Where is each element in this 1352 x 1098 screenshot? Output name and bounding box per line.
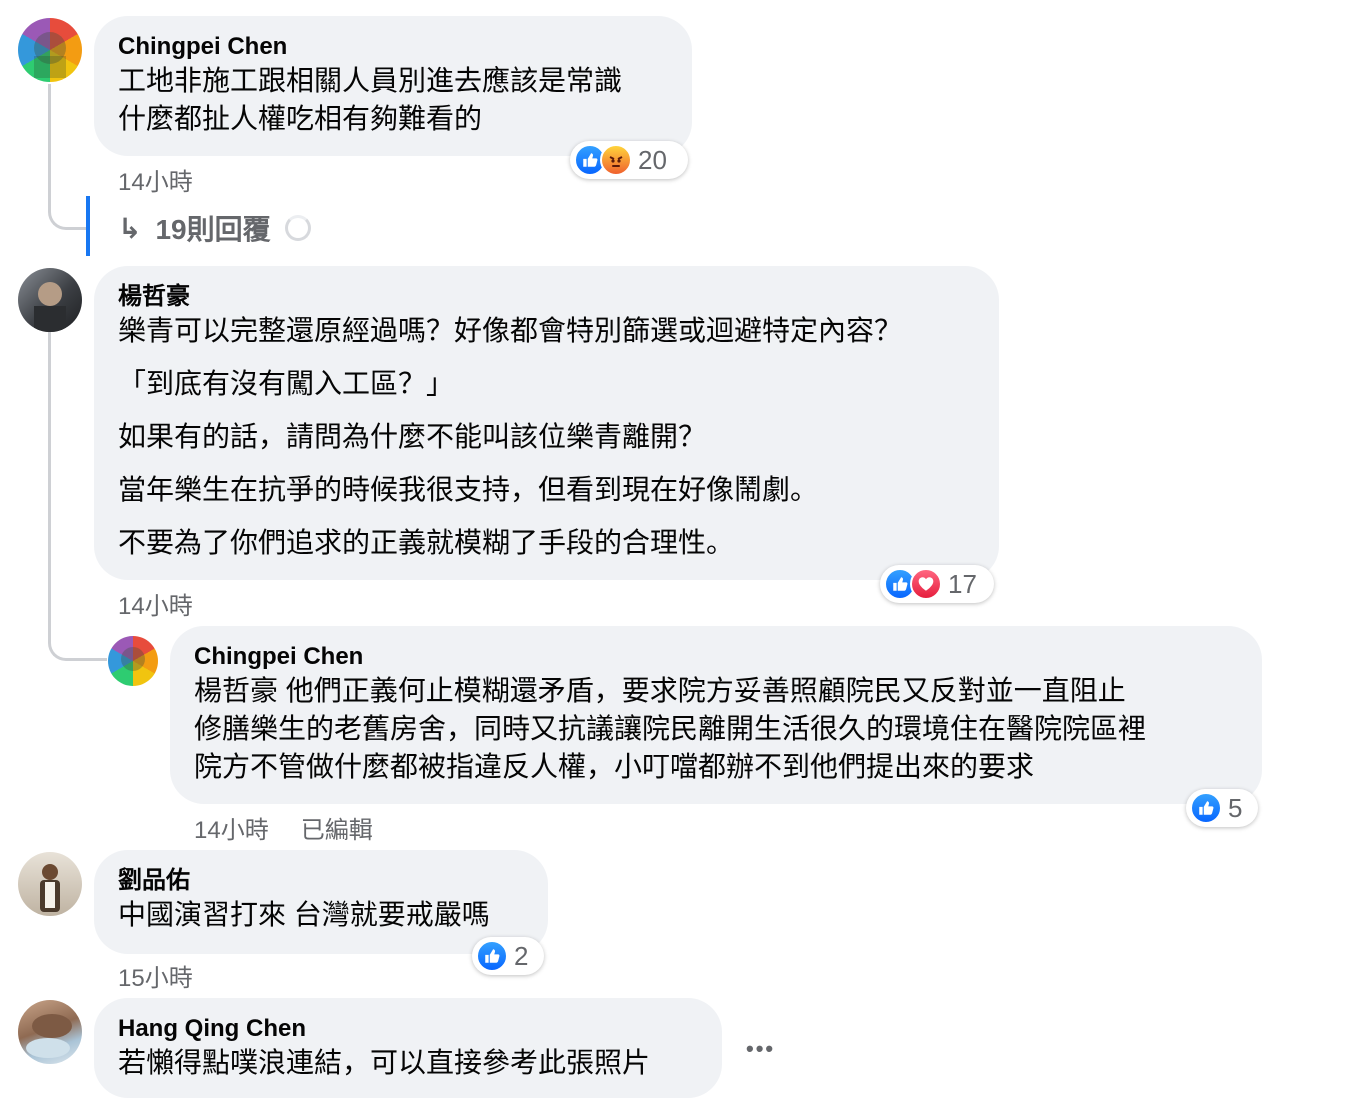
loading-spinner-icon (284, 215, 311, 241)
avatar[interactable] (18, 1000, 82, 1064)
comment-text-line: 樂青可以完整還原經過嗎？好像都會特別篩選或迴避特定內容？ (118, 315, 903, 346)
reaction-summary[interactable]: 2 (472, 937, 544, 975)
comment-text-line: 工地非施工跟相關人員別進去應該是常識 (118, 65, 623, 96)
comment-timestamp[interactable]: 14小時 (118, 169, 193, 196)
comment-bubble: Hang Qing Chen 若懶得點噗浪連結，可以直接參考此張照片 (94, 998, 722, 1098)
comment-text-line: 楊哲豪 他們正義何止模糊還矛盾，要求院方妥善照顧院民又反對並一直阻止 (194, 675, 1126, 706)
comment-author[interactable]: Chingpei Chen (194, 642, 1238, 672)
reaction-count: 17 (948, 568, 977, 599)
avatar[interactable] (108, 636, 158, 686)
reaction-summary[interactable]: 5 (1186, 789, 1258, 827)
reply-arrow-icon: ↳ (118, 212, 142, 244)
comment-timestamp[interactable]: 15小時 (118, 965, 193, 992)
comment-text-line: 中國演習打來 台灣就要戒嚴嗎 (118, 899, 490, 930)
avatar-photo (121, 647, 145, 671)
like-icon (476, 940, 508, 972)
angry-icon (600, 144, 632, 176)
replies-count-label: 19則回覆 (155, 214, 271, 245)
comment-author[interactable]: 楊哲豪 (118, 282, 975, 312)
avatar[interactable] (18, 852, 82, 916)
avatar[interactable] (18, 18, 82, 82)
comment-author[interactable]: Hang Qing Chen (118, 1014, 698, 1044)
reply-highlight-bar (86, 196, 90, 256)
comment-text-line: 院方不管做什麼都被指違反人權，小叮噹都辦不到他們提出來的要求 (194, 751, 1035, 782)
view-replies-link[interactable]: ↳ 19則回覆 (118, 208, 311, 248)
avatar-photo (34, 32, 66, 78)
comment-timestamp[interactable]: 14小時 (118, 593, 193, 620)
like-icon (1190, 792, 1222, 824)
reaction-count: 20 (638, 144, 667, 175)
reaction-summary[interactable]: 17 (880, 565, 994, 603)
comment-meta: 14小時 (118, 162, 193, 197)
thread-line (48, 84, 89, 230)
comment-text-line: 什麼都扯人權吃相有夠難看的 (118, 103, 483, 134)
comment-bubble: Chingpei Chen 楊哲豪 他們正義何止模糊還矛盾，要求院方妥善照顧院民… (170, 626, 1262, 804)
comment-author[interactable]: 劉品佑 (118, 866, 524, 896)
avatar-photo (40, 864, 60, 912)
comment-bubble: 楊哲豪 樂青可以完整還原經過嗎？好像都會特別篩選或迴避特定內容？ 「到底有沒有闖… (94, 266, 999, 580)
reaction-summary[interactable]: 20 (570, 141, 688, 179)
more-options-icon[interactable]: ••• (746, 1036, 775, 1062)
comment-text-line: 如果有的話，請問為什麼不能叫該位樂青離開？ (118, 421, 707, 452)
comment-bubble: Chingpei Chen 工地非施工跟相關人員別進去應該是常識 什麼都扯人權吃… (94, 16, 692, 156)
comment-meta: 14小時 已編輯 (194, 810, 373, 845)
top-edge-fragment (150, 0, 210, 4)
comment-text-line: 不要為了你們追求的正義就模糊了手段的合理性。 (118, 527, 735, 558)
avatar-photo (26, 1014, 72, 1058)
comment-bubble: 劉品佑 中國演習打來 台灣就要戒嚴嗎 (94, 850, 548, 954)
comment-author[interactable]: Chingpei Chen (118, 32, 668, 62)
edited-label[interactable]: 已編輯 (301, 817, 373, 844)
reaction-count: 5 (1228, 792, 1243, 823)
reaction-count: 2 (514, 940, 529, 971)
avatar[interactable] (18, 268, 82, 332)
avatar-photo (34, 282, 66, 332)
comment-meta: 14小時 (118, 586, 193, 621)
comment-text-line: 「到底有沒有闖入工區？」 (118, 368, 455, 399)
comment-text-line: 修膳樂生的老舊房舍，同時又抗議讓院民離開生活很久的環境住在醫院院區裡 (194, 713, 1147, 744)
comment-timestamp[interactable]: 14小時 (194, 817, 269, 844)
comment-meta: 15小時 (118, 958, 193, 993)
comment-text-line: 若懶得點噗浪連結，可以直接參考此張照片 (118, 1047, 651, 1078)
love-icon (910, 568, 942, 600)
comment-text-line: 當年樂生在抗爭的時候我很支持，但看到現在好像鬧劇。 (118, 474, 819, 505)
